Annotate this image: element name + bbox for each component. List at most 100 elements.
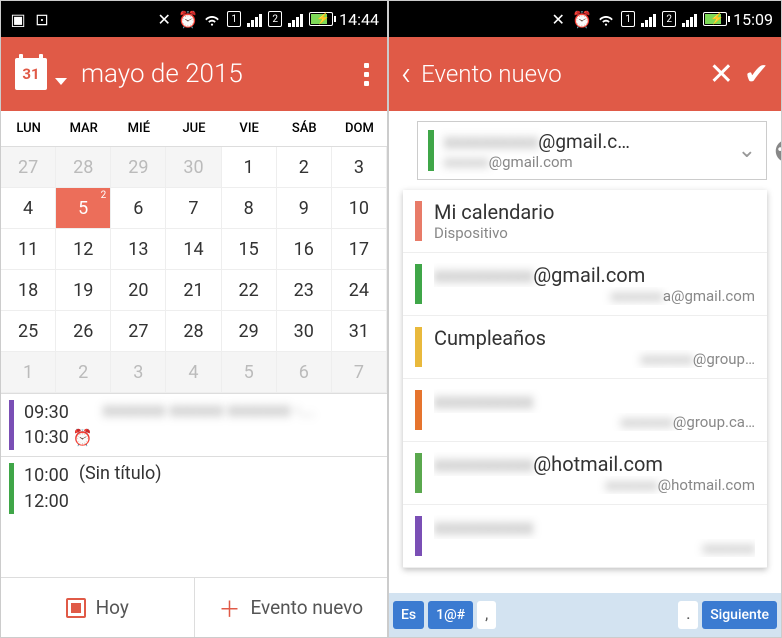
calendar-day-cell[interactable]: 16 xyxy=(277,229,332,270)
calendar-day-cell[interactable]: 22 xyxy=(222,270,277,311)
today-button[interactable]: Hoy xyxy=(1,578,195,637)
plus-icon: ＋ xyxy=(218,592,240,624)
calendar-day-cell[interactable]: 15 xyxy=(222,229,277,270)
notification-icon: ▣ xyxy=(9,10,27,28)
calendar-day-cell[interactable]: 7 xyxy=(166,188,221,229)
calendar-day-cell[interactable]: 28 xyxy=(56,147,111,188)
calendar-day-cell[interactable]: 9 xyxy=(277,188,332,229)
calendar-day-cell[interactable]: 10 xyxy=(332,188,387,229)
calendar-color-stripe xyxy=(428,130,434,171)
calendar-day-cell[interactable]: 1 xyxy=(222,147,277,188)
today-icon xyxy=(66,598,86,618)
sim1-icon: 1 xyxy=(227,11,241,27)
calendar-day-cell[interactable]: 27 xyxy=(111,311,166,352)
calendar-color-stripe xyxy=(415,516,422,556)
weekday-label: LUN xyxy=(1,121,56,136)
calendar-day-cell[interactable]: 30 xyxy=(277,311,332,352)
calendar-option[interactable]: Cumpleañosxxxxxxx@group… xyxy=(403,316,767,379)
weekday-header: LUNMARMIÉJUEVIESÁBDOM xyxy=(1,111,387,147)
calendar-option-name: xxxxxxxxxx@gmail.com xyxy=(434,263,755,287)
battery-icon: ⚡ xyxy=(309,12,333,26)
chevron-down-icon: ⌄ xyxy=(738,138,756,163)
calendar-day-cell[interactable]: 18 xyxy=(1,270,56,311)
calendar-day-cell[interactable]: 3 xyxy=(332,147,387,188)
calendar-option-account: xxxxxxx@hotmail.com xyxy=(434,476,755,494)
month-title[interactable]: mayo de 2015 xyxy=(81,59,243,89)
calendar-option-name: xxxxxxxxxx xyxy=(434,389,755,413)
calendar-day-cell[interactable]: 2 xyxy=(56,352,111,393)
event-count-badge: 2 xyxy=(101,190,107,201)
calendar-day-cell[interactable]: 29 xyxy=(222,311,277,352)
calendar-day-cell[interactable]: 21 xyxy=(166,270,221,311)
calendar-color-stripe xyxy=(415,453,422,493)
selected-calendar-name: xxxxxxxxxx@gmail.c… xyxy=(444,130,728,153)
save-button[interactable]: ✔ xyxy=(744,57,769,92)
signal2-icon xyxy=(288,11,303,27)
selected-calendar-account: xxxxxx@gmail.com xyxy=(444,153,728,171)
keyboard-next-key[interactable]: Siguiente xyxy=(702,601,777,629)
battery-icon: ⚡ xyxy=(703,12,727,26)
keyboard-dot-key[interactable]: . xyxy=(678,601,698,629)
back-icon[interactable]: ‹ xyxy=(401,54,411,94)
calendar-day-cell[interactable]: 23 xyxy=(277,270,332,311)
weekday-label: MIÉ xyxy=(111,121,166,136)
calendar-color-stripe xyxy=(415,390,422,430)
calendar-color-stripe xyxy=(415,264,422,304)
cancel-button[interactable]: ✕ xyxy=(709,57,734,92)
today-label: Hoy xyxy=(96,596,129,619)
keyboard-lang-key[interactable]: Es xyxy=(393,601,424,629)
calendar-option[interactable]: xxxxxxxxxx@gmail.comxxxxxxxa@gmail.com xyxy=(403,253,767,316)
agenda-event[interactable]: 09:3010:30 ⏰xxxxxxx xxxxxx xxxxxxx -... xyxy=(1,393,387,456)
calendar-day-cell[interactable]: 7 xyxy=(332,352,387,393)
sim2-icon: 2 xyxy=(268,11,282,27)
calendar-day-cell[interactable]: 27 xyxy=(1,147,56,188)
calendar-day-cell[interactable]: 28 xyxy=(166,311,221,352)
calendar-option[interactable]: xxxxxxxxxxxxxxxxx@group.ca… xyxy=(403,379,767,442)
palette-icon[interactable] xyxy=(772,136,782,166)
calendar-option[interactable]: Mi calendarioDispositivo xyxy=(403,190,767,253)
notification-image-icon: ⊡ xyxy=(33,10,51,28)
new-event-screen: ✕ ⏰ 1 2 ⚡ 15:09 ‹ Evento nuevo ✕ ✔ xxxxx… xyxy=(388,0,782,638)
calendar-day-cell[interactable]: 8 xyxy=(222,188,277,229)
calendar-day-cell[interactable]: 19 xyxy=(56,270,111,311)
calendar-day-cell[interactable]: 29 xyxy=(111,147,166,188)
calendar-day-cell[interactable]: 26 xyxy=(56,311,111,352)
alarm-icon: ⏰ xyxy=(179,10,197,28)
event-title: (Sin título) xyxy=(79,463,162,484)
keyboard-comma-key[interactable]: , xyxy=(477,601,496,629)
calendar-option[interactable]: xxxxxxxxxxxxxxxxx xyxy=(403,505,767,568)
clock-text: 14:44 xyxy=(339,10,379,29)
calendar-day-cell[interactable]: 4 xyxy=(1,188,56,229)
calendar-day-cell[interactable]: 4 xyxy=(166,352,221,393)
calendar-day-cell[interactable]: 12 xyxy=(56,229,111,270)
calendar-day-cell[interactable]: 6 xyxy=(111,188,166,229)
calendar-day-cell[interactable]: 2 xyxy=(277,147,332,188)
calendar-day-cell[interactable]: 20 xyxy=(111,270,166,311)
calendar-day-cell[interactable]: 11 xyxy=(1,229,56,270)
calendar-selector[interactable]: xxxxxxxxxx@gmail.c… xxxxxx@gmail.com ⌄ xyxy=(417,121,767,180)
calendar-day-cell[interactable]: 14 xyxy=(166,229,221,270)
weekday-label: DOM xyxy=(332,121,387,136)
calendar-app-icon[interactable]: 31 xyxy=(15,58,47,90)
calendar-color-stripe xyxy=(415,201,422,241)
calendar-day-cell[interactable]: 1 xyxy=(1,352,56,393)
calendar-option-account: xxxxxxxa@gmail.com xyxy=(434,287,755,305)
view-dropdown-icon[interactable] xyxy=(55,78,67,85)
overflow-menu-icon[interactable] xyxy=(360,59,373,90)
keyboard-symbol-key[interactable]: 1@# xyxy=(428,601,473,629)
calendar-day-cell[interactable]: 3 xyxy=(111,352,166,393)
calendar-day-cell[interactable]: 52 xyxy=(56,188,111,229)
calendar-day-cell[interactable]: 31 xyxy=(332,311,387,352)
calendar-day-cell[interactable]: 6 xyxy=(277,352,332,393)
calendar-day-cell[interactable]: 13 xyxy=(111,229,166,270)
calendar-day-cell[interactable]: 30 xyxy=(166,147,221,188)
calendar-option[interactable]: xxxxxxxxxx@hotmail.comxxxxxxx@hotmail.co… xyxy=(403,442,767,505)
app-bar: 31 mayo de 2015 xyxy=(1,37,387,111)
calendar-day-cell[interactable]: 5 xyxy=(222,352,277,393)
event-color-stripe xyxy=(9,400,14,450)
calendar-day-cell[interactable]: 25 xyxy=(1,311,56,352)
new-event-button[interactable]: ＋ Evento nuevo xyxy=(195,578,388,637)
agenda-event[interactable]: 10:0012:00(Sin título) xyxy=(1,456,387,519)
calendar-day-cell[interactable]: 17 xyxy=(332,229,387,270)
calendar-day-cell[interactable]: 24 xyxy=(332,270,387,311)
